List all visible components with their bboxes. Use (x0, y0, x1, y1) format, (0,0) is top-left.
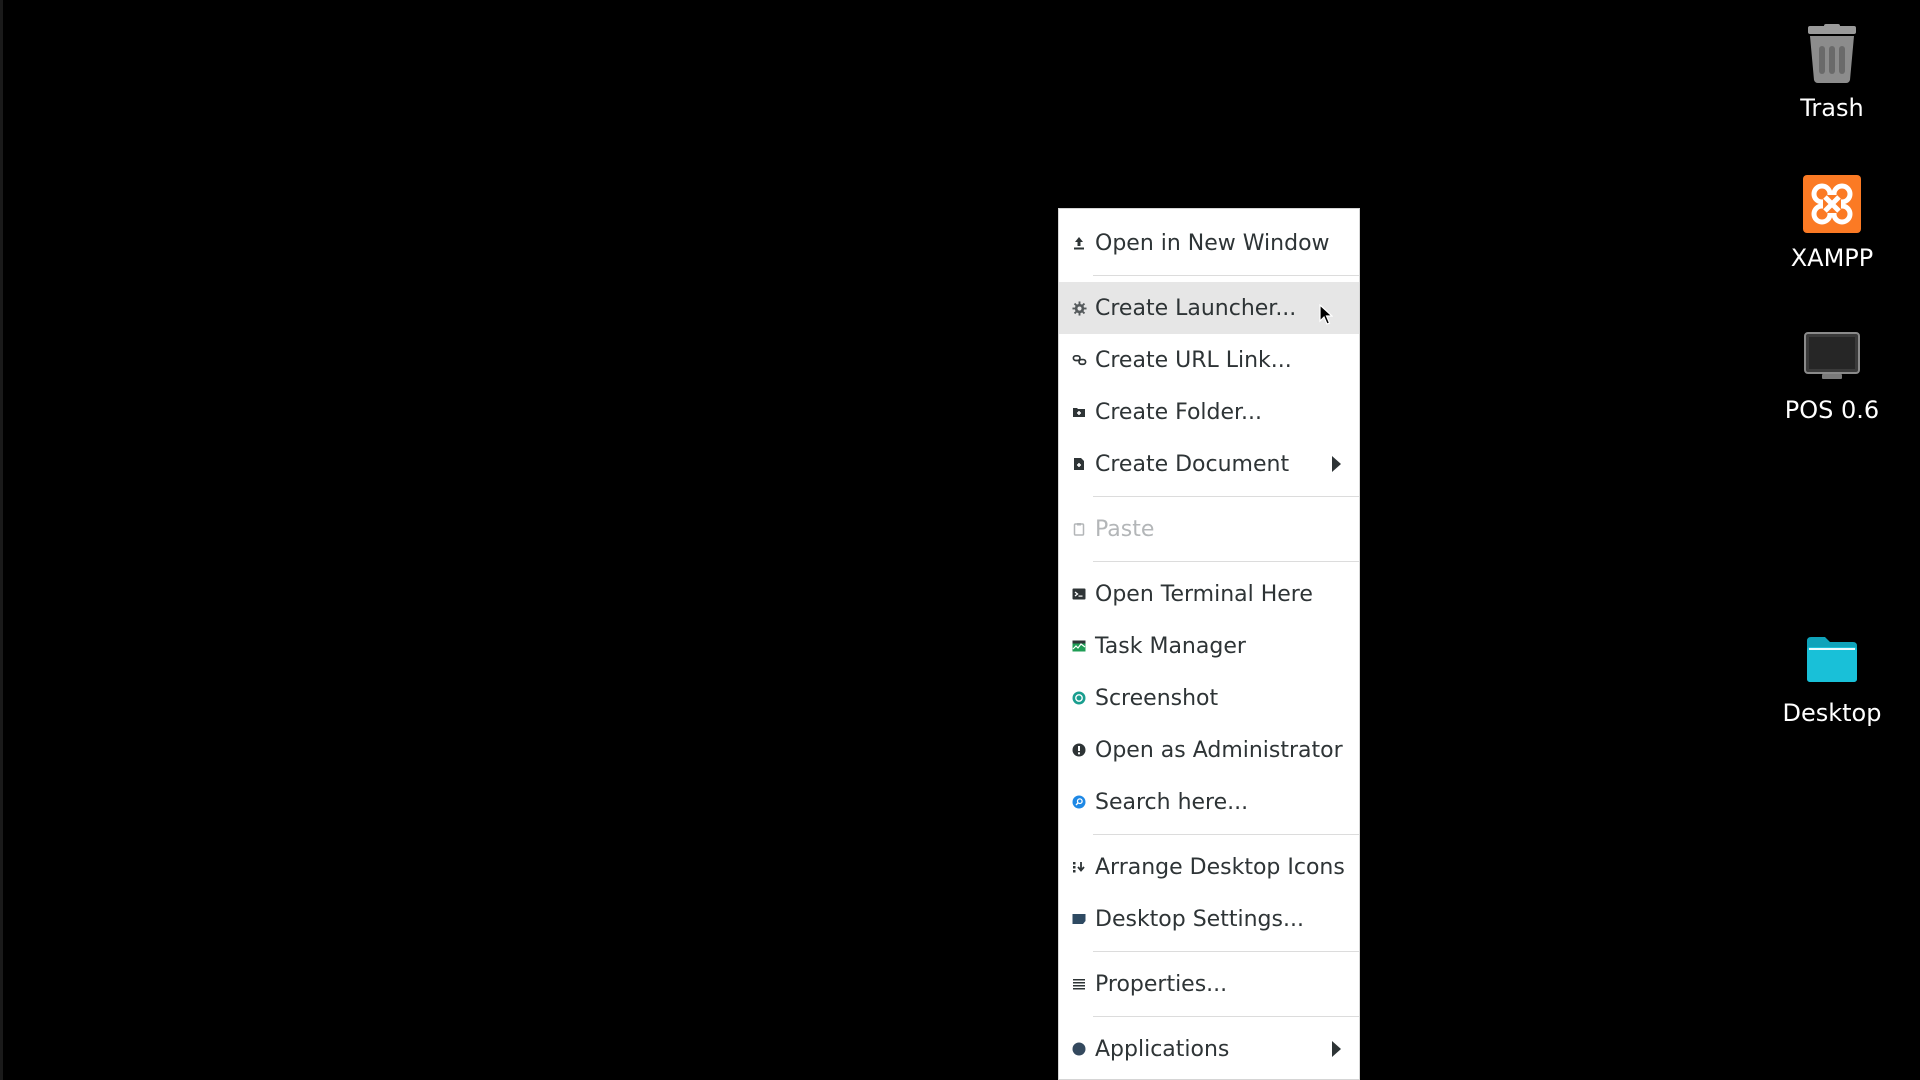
menu-item-paste[interactable]: Paste (1059, 503, 1359, 555)
menu-item-label: Search here... (1095, 789, 1249, 815)
menu-item-create-folder[interactable]: Create Folder... (1059, 386, 1359, 438)
menu-item-create-url-link[interactable]: Create URL Link... (1059, 334, 1359, 386)
arrange-icon (1071, 859, 1087, 875)
menu-item-screenshot[interactable]: Screenshot (1059, 672, 1359, 724)
admin-icon (1071, 742, 1087, 758)
properties-icon (1071, 976, 1087, 992)
desktop-icon-label: POS 0.6 (1784, 396, 1880, 424)
menu-item-label: Task Manager (1095, 633, 1246, 659)
menu-item-label: Screenshot (1095, 685, 1219, 711)
menu-separator (1059, 828, 1359, 841)
menu-item-label: Create Folder... (1095, 399, 1263, 425)
screenshot-icon (1071, 690, 1087, 706)
menu-separator (1059, 555, 1359, 568)
menu-item-label: Create URL Link... (1095, 347, 1292, 373)
clipboard-icon (1071, 521, 1087, 537)
desktop-icon-label: Desktop (1782, 699, 1882, 727)
menu-item-label: Create Launcher... (1095, 295, 1297, 321)
menu-item-label: Applications (1095, 1036, 1230, 1062)
monitor-icon (1800, 324, 1864, 388)
xampp-icon (1800, 172, 1864, 236)
desktop-background[interactable]: Trash XAMPP POS 0.6 Desktop Open in New … (0, 0, 1920, 1080)
screen-edge (0, 0, 3, 1080)
mouse-pointer-icon (1319, 303, 1334, 326)
desktop-icon-pos[interactable]: POS 0.6 (1767, 324, 1897, 424)
menu-separator (1059, 269, 1359, 282)
search-icon (1071, 794, 1087, 810)
link-icon (1071, 352, 1087, 368)
new-folder-icon (1071, 404, 1087, 420)
menu-item-open-as-administrator[interactable]: Open as Administrator (1059, 724, 1359, 776)
menu-item-label: Properties... (1095, 971, 1228, 997)
desktop-settings-icon (1071, 911, 1087, 927)
gear-icon (1071, 300, 1087, 316)
menu-separator (1059, 490, 1359, 503)
menu-separator (1059, 945, 1359, 958)
desktop-icon-label: Trash (1800, 94, 1864, 122)
menu-item-label: Open as Administrator (1095, 737, 1343, 763)
applications-icon (1071, 1041, 1087, 1057)
menu-separator (1059, 1010, 1359, 1023)
menu-item-applications[interactable]: Applications (1059, 1023, 1359, 1075)
desktop-icon-desktop-folder[interactable]: Desktop (1767, 627, 1897, 727)
menu-item-label: Desktop Settings... (1095, 906, 1304, 932)
menu-item-label: Open Terminal Here (1095, 581, 1313, 607)
desktop-context-menu: Open in New Window Create Launcher... Cr… (1058, 208, 1360, 1080)
desktop-icon-label: XAMPP (1790, 244, 1874, 272)
menu-item-desktop-settings[interactable]: Desktop Settings... (1059, 893, 1359, 945)
folder-icon (1800, 627, 1864, 691)
menu-item-label: Create Document (1095, 451, 1290, 477)
menu-item-open-terminal-here[interactable]: Open Terminal Here (1059, 568, 1359, 620)
menu-item-arrange-desktop-icons[interactable]: Arrange Desktop Icons (1059, 841, 1359, 893)
menu-item-create-document[interactable]: Create Document (1059, 438, 1359, 490)
menu-item-properties[interactable]: Properties... (1059, 958, 1359, 1010)
menu-item-search-here[interactable]: Search here... (1059, 776, 1359, 828)
trash-icon (1800, 22, 1864, 86)
menu-item-task-manager[interactable]: Task Manager (1059, 620, 1359, 672)
menu-item-label: Arrange Desktop Icons (1095, 854, 1345, 880)
terminal-icon (1071, 586, 1087, 602)
menu-item-label: Paste (1095, 516, 1155, 542)
new-document-icon (1071, 456, 1087, 472)
desktop-icon-trash[interactable]: Trash (1767, 22, 1897, 122)
menu-item-open-in-new-window[interactable]: Open in New Window (1059, 217, 1359, 269)
menu-item-label: Open in New Window (1095, 230, 1330, 256)
upload-icon (1071, 235, 1087, 251)
menu-item-create-launcher[interactable]: Create Launcher... (1059, 282, 1359, 334)
task-manager-icon (1071, 638, 1087, 654)
submenu-arrow-icon (1332, 1041, 1341, 1057)
desktop-icon-xampp[interactable]: XAMPP (1767, 172, 1897, 272)
submenu-arrow-icon (1332, 456, 1341, 472)
